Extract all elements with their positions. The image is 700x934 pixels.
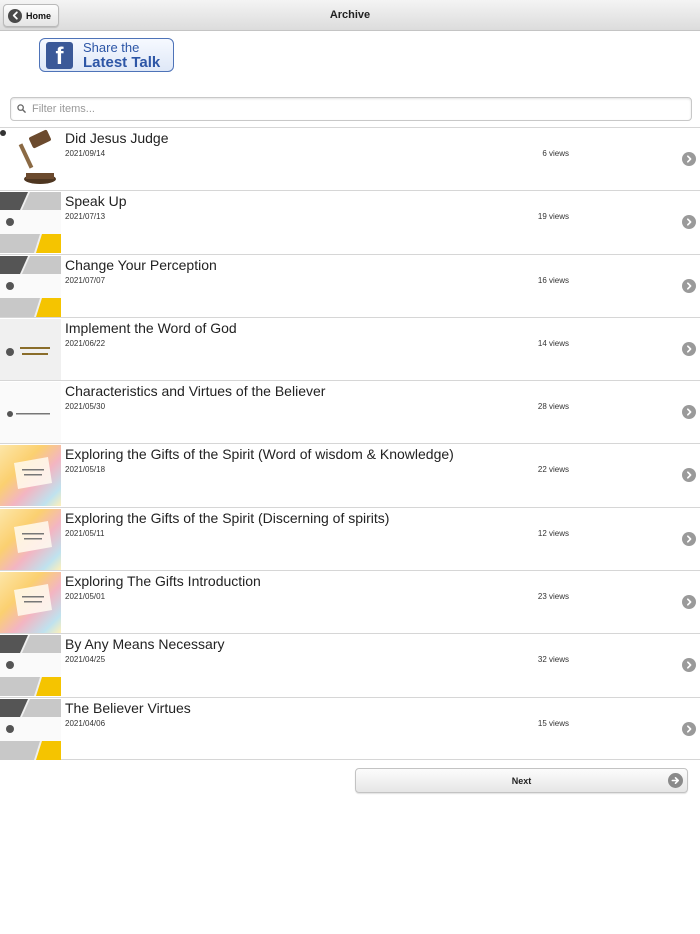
talk-title: Exploring The Gifts Introduction — [65, 573, 261, 590]
talk-date: 2021/05/01 — [65, 592, 106, 602]
share-line-1: Share the — [83, 39, 140, 55]
talk-thumbnail — [0, 318, 61, 380]
chevron-right-icon[interactable] — [682, 341, 696, 356]
talk-title: Exploring the Gifts of the Spirit (Disce… — [65, 509, 390, 526]
list-item[interactable]: By Any Means Necessary 2021/04/25 32 views — [0, 633, 700, 697]
list-item[interactable]: Exploring The Gifts Introduction 2021/05/… — [0, 570, 700, 634]
talk-views: 28 views — [537, 402, 569, 412]
list-item[interactable]: Did Jesus Judge 2021/09/14 6 views — [0, 127, 700, 191]
talk-title: Change Your Perception — [65, 256, 217, 273]
list-item[interactable]: Exploring the Gifts of the Spirit (Disce… — [0, 506, 700, 571]
talk-views: 12 views — [537, 528, 569, 538]
talk-date: 2021/06/22 — [65, 338, 106, 348]
talk-thumbnail — [0, 572, 61, 634]
talk-date: 2021/05/11 — [65, 528, 105, 538]
talk-views: 19 views — [537, 212, 569, 222]
talk-thumbnail — [0, 445, 61, 507]
talk-title: Speak Up — [65, 193, 127, 210]
talk-title: Implement the Word of God — [65, 319, 237, 336]
filter-input[interactable] — [32, 103, 691, 115]
chevron-right-icon[interactable] — [682, 721, 696, 736]
talk-thumbnail — [0, 192, 61, 254]
list-item[interactable]: Characteristics and Virtues of the Belie… — [0, 380, 700, 444]
talk-views: 16 views — [537, 275, 569, 285]
next-button[interactable]: Next — [355, 768, 688, 793]
talk-title: Exploring the Gifts of the Spirit (Word … — [65, 446, 454, 463]
talk-date: 2021/05/18 — [65, 465, 106, 475]
talk-title: Did Jesus Judge — [65, 130, 169, 146]
arrow-right-icon — [668, 773, 683, 788]
talk-date: 2021/07/07 — [65, 275, 106, 285]
talk-date: 2021/05/30 — [65, 402, 106, 412]
chevron-right-icon[interactable] — [682, 405, 696, 420]
share-text: Share the Latest Talk — [83, 41, 160, 70]
talk-thumbnail — [0, 382, 61, 444]
chevron-right-icon[interactable] — [682, 658, 696, 673]
talk-views: 15 views — [537, 718, 569, 728]
list-item[interactable]: Exploring the Gifts of the Spirit (Word … — [0, 443, 700, 507]
talk-thumbnail — [0, 129, 61, 190]
chevron-right-icon[interactable] — [682, 215, 696, 230]
talk-thumbnail — [0, 255, 61, 317]
chevron-right-icon[interactable] — [682, 468, 696, 483]
list-item[interactable]: Implement the Word of God 2021/06/22 14 vi… — [0, 316, 700, 381]
share-latest-talk-button[interactable]: f Share the Latest Talk — [39, 38, 174, 72]
talk-date: 2021/04/25 — [65, 655, 106, 665]
share-line-2: Latest Talk — [83, 53, 161, 71]
talk-thumbnail — [0, 698, 61, 760]
list-item[interactable]: Speak Up 2021/07/13 19 views — [0, 190, 700, 254]
talk-views: 6 views — [542, 149, 569, 158]
filter-bar — [10, 97, 692, 121]
talk-views: 14 views — [537, 338, 569, 348]
talk-date: 2021/07/13 — [65, 212, 106, 222]
talk-title: By Any Means Necessary — [65, 636, 225, 653]
chevron-right-icon[interactable] — [682, 278, 696, 293]
talk-views: 22 views — [537, 465, 569, 475]
search-icon — [17, 100, 26, 118]
talk-title: Characteristics and Virtues of the Belie… — [65, 383, 326, 400]
next-button-label: Next — [511, 775, 532, 786]
talk-thumbnail — [0, 635, 61, 697]
talk-views: 23 views — [537, 592, 569, 602]
chevron-right-icon[interactable] — [682, 152, 696, 166]
archive-list: Did Jesus Judge 2021/09/14 6 views Speak Up… — [0, 127, 700, 760]
page-title: Archive — [329, 9, 371, 21]
header-bar: Home Archive — [0, 0, 700, 31]
list-item[interactable]: The Believer Virtues 2021/04/06 15 views — [0, 696, 700, 760]
chevron-right-icon[interactable] — [682, 531, 696, 546]
talk-thumbnail — [0, 508, 61, 570]
talk-title: The Believer Virtues — [65, 699, 191, 716]
talk-views: 32 views — [537, 655, 569, 665]
chevron-right-icon[interactable] — [682, 595, 696, 610]
talk-date: 2021/04/06 — [65, 718, 106, 728]
list-item[interactable]: Change Your Perception 2021/07/07 16 views — [0, 253, 700, 317]
talk-date: 2021/09/14 — [65, 149, 106, 158]
facebook-logo-icon: f — [46, 41, 73, 69]
